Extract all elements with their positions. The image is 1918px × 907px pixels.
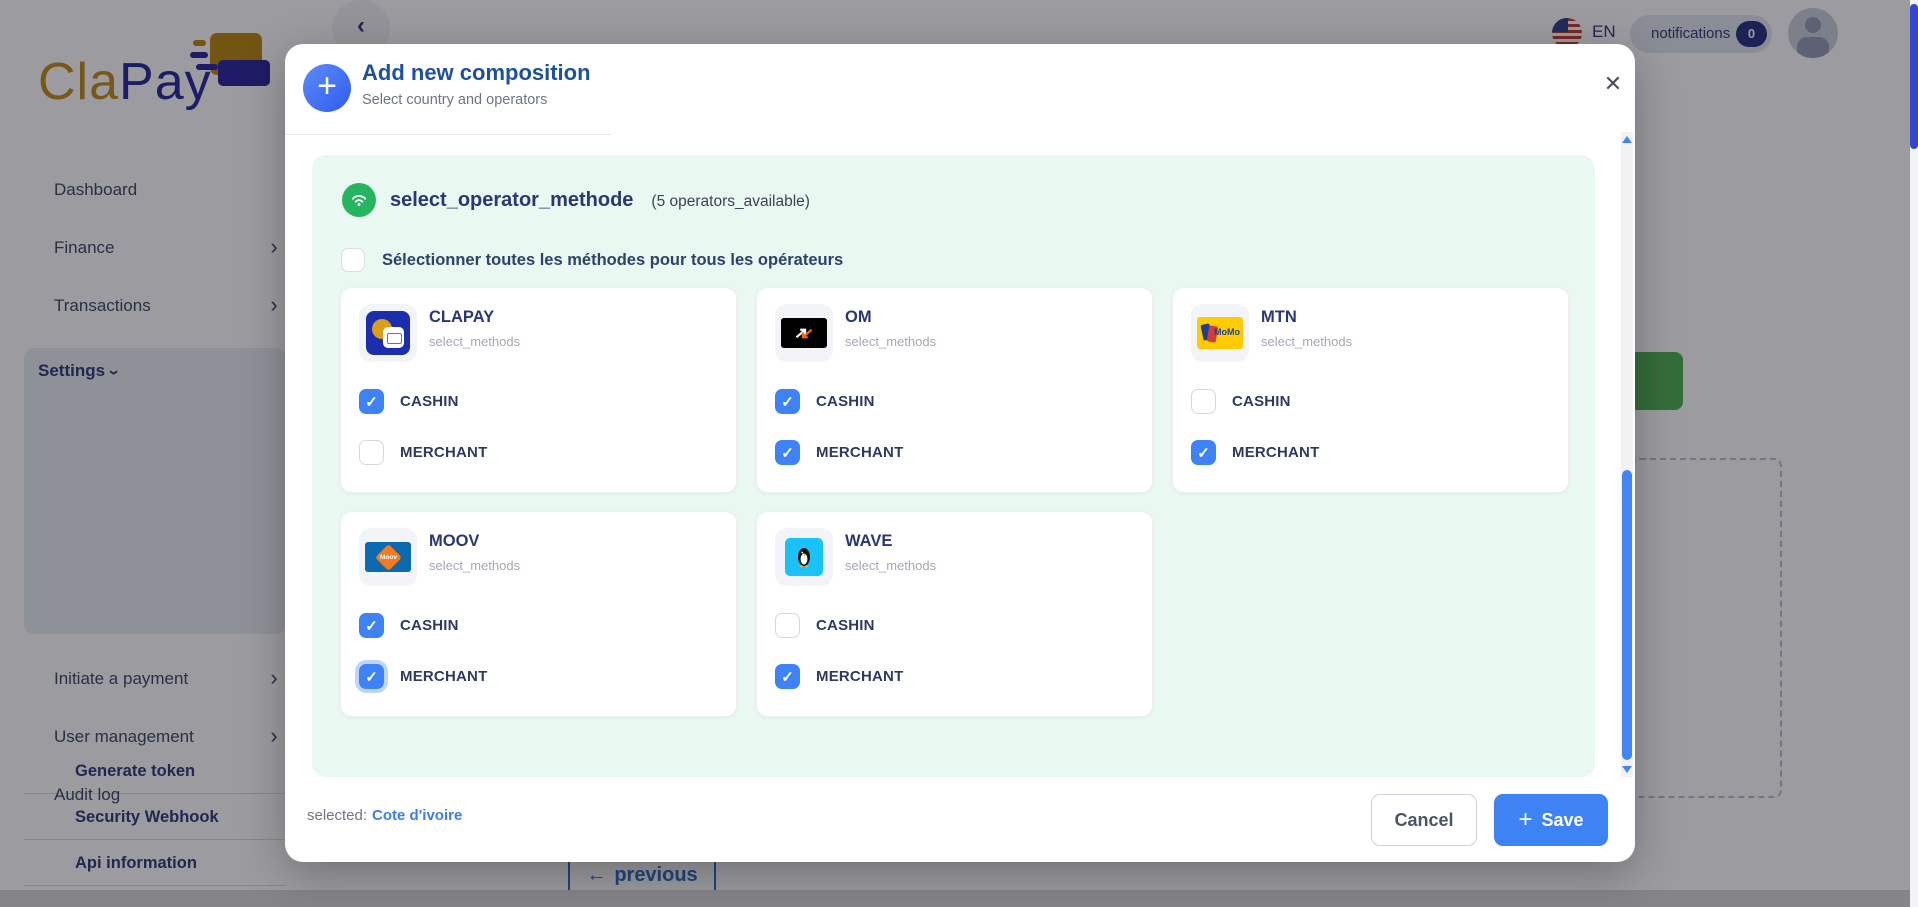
merchant-row: MERCHANT: [359, 440, 487, 465]
moov-logo-icon: Moov: [365, 542, 411, 572]
cashin-row: CASHIN: [775, 613, 875, 638]
operator-card-om: OM select_methods CASHIN MERCHANT: [756, 287, 1153, 493]
operator-name: OM: [845, 308, 872, 327]
operator-logo: MoMo: [1191, 304, 1249, 362]
modal-title: Add new composition: [362, 60, 591, 86]
app-root: ClaPay Dashboard Finance Transactions Se…: [0, 0, 1918, 907]
plus-icon: [1518, 806, 1532, 834]
select-all-label: Sélectionner toutes les méthodes pour to…: [382, 251, 843, 270]
modal-scrollbar-thumb[interactable]: [1622, 470, 1632, 760]
merchant-label: MERCHANT: [1232, 444, 1319, 461]
modal-scrollbar-track[interactable]: [1621, 132, 1633, 777]
operator-name: CLAPAY: [429, 308, 494, 327]
operator-logo: Moov: [359, 528, 417, 586]
close-icon[interactable]: [1597, 68, 1629, 100]
modal-subtitle: Select country and operators: [362, 92, 547, 108]
select-all-row: Sélectionner toutes les méthodes pour to…: [341, 248, 843, 272]
cancel-button-label: Cancel: [1394, 810, 1453, 831]
cashin-label: CASHIN: [1232, 393, 1291, 410]
mtn-momo-logo-icon: MoMo: [1197, 317, 1243, 349]
merchant-row: MERCHANT: [775, 440, 903, 465]
cashin-checkbox[interactable]: [359, 389, 384, 414]
wave-penguin-logo-icon: [785, 538, 823, 576]
cashin-row: CASHIN: [359, 613, 459, 638]
cashin-label: CASHIN: [816, 393, 875, 410]
merchant-label: MERCHANT: [816, 668, 903, 685]
operator-subtitle: select_methods: [1261, 334, 1352, 349]
operator-card-wave: WAVE select_methods CASHIN MERCHANT: [756, 511, 1153, 717]
add-composition-modal: Add new composition Select country and o…: [285, 44, 1635, 862]
save-button[interactable]: Save: [1494, 794, 1608, 846]
header-divider: [285, 134, 611, 135]
operator-subtitle: select_methods: [429, 558, 520, 573]
operator-subtitle: select_methods: [845, 334, 936, 349]
operator-logo: [775, 304, 833, 362]
moov-logo-text: Moov: [380, 553, 397, 560]
cashin-checkbox[interactable]: [775, 613, 800, 638]
page-scrollbar-thumb[interactable]: [1910, 4, 1918, 149]
merchant-checkbox[interactable]: [1191, 440, 1216, 465]
merchant-row: MERCHANT: [359, 664, 487, 689]
merchant-checkbox[interactable]: [359, 440, 384, 465]
operator-name: MTN: [1261, 308, 1297, 327]
scroll-down-arrow-icon[interactable]: [1622, 766, 1632, 773]
merchant-label: MERCHANT: [816, 444, 903, 461]
operator-card-mtn: MoMo MTN select_methods CASHIN MERCHANT: [1172, 287, 1569, 493]
merchant-row: MERCHANT: [775, 664, 903, 689]
section-title: select_operator_methode: [390, 189, 633, 212]
save-button-label: Save: [1541, 810, 1583, 831]
merchant-checkbox[interactable]: [775, 440, 800, 465]
operator-card-moov: Moov MOOV select_methods CASHIN MERCHANT: [340, 511, 737, 717]
merchant-checkbox[interactable]: [775, 664, 800, 689]
cashin-label: CASHIN: [400, 393, 459, 410]
scroll-up-arrow-icon[interactable]: [1622, 136, 1632, 143]
page-scrollbar-track[interactable]: [1910, 0, 1918, 907]
cashin-row: CASHIN: [1191, 389, 1291, 414]
operator-cards-grid: CLAPAY select_methods CASHIN MERCHANT: [340, 287, 1570, 717]
wifi-icon: [342, 183, 376, 217]
operators-available-note: (5 operators_available): [651, 193, 810, 211]
merchant-label: MERCHANT: [400, 668, 487, 685]
select-all-checkbox[interactable]: [341, 248, 365, 272]
merchant-label: MERCHANT: [400, 444, 487, 461]
operator-subtitle: select_methods: [429, 334, 520, 349]
cashin-checkbox[interactable]: [775, 389, 800, 414]
selected-country-link[interactable]: Cote d'ivoire: [372, 807, 462, 824]
operator-subtitle: select_methods: [845, 558, 936, 573]
cashin-label: CASHIN: [816, 617, 875, 634]
cashin-row: CASHIN: [775, 389, 875, 414]
operator-logo: [359, 304, 417, 362]
operator-logo: [775, 528, 833, 586]
cashin-label: CASHIN: [400, 617, 459, 634]
cancel-button[interactable]: Cancel: [1371, 794, 1477, 846]
merchant-checkbox[interactable]: [359, 664, 384, 689]
om-logo-icon: [781, 318, 827, 348]
cashin-checkbox[interactable]: [359, 613, 384, 638]
clapay-logo-icon: [366, 311, 410, 355]
operator-card-clapay: CLAPAY select_methods CASHIN MERCHANT: [340, 287, 737, 493]
cashin-row: CASHIN: [359, 389, 459, 414]
merchant-row: MERCHANT: [1191, 440, 1319, 465]
operators-panel: select_operator_methode (5 operators_ava…: [312, 155, 1595, 777]
cashin-checkbox[interactable]: [1191, 389, 1216, 414]
operator-name: WAVE: [845, 532, 892, 551]
selected-label: selected:: [307, 807, 367, 824]
plus-circle-icon: [303, 64, 351, 112]
selected-country-line: selected: Cote d'ivoire: [307, 807, 462, 824]
mtn-logo-text: MoMo: [1214, 327, 1240, 337]
operator-name: MOOV: [429, 532, 479, 551]
section-header: select_operator_methode (5 operators_ava…: [342, 183, 810, 217]
